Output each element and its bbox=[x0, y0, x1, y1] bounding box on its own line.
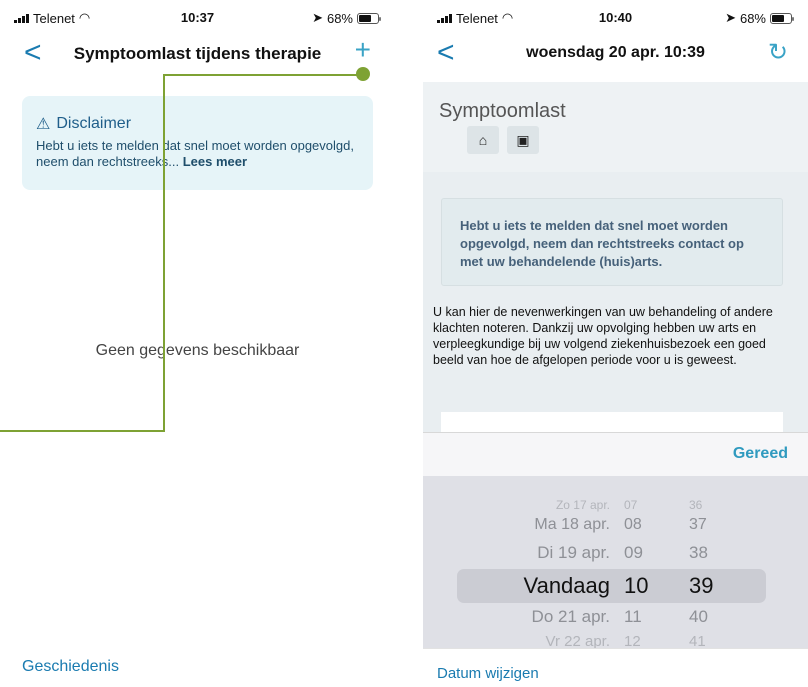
picker-hour: 10 bbox=[624, 573, 649, 598]
plus-icon[interactable]: + bbox=[355, 34, 371, 66]
status-bar: Telenet ◠ 10:37 ➤ 68% bbox=[0, 10, 395, 28]
annotation-line-vertical bbox=[163, 74, 165, 432]
picker-toolbar: Gereed bbox=[423, 432, 808, 476]
refresh-icon[interactable]: ↻ bbox=[768, 38, 788, 67]
location-icon: ➤ bbox=[725, 10, 736, 25]
picker-minute: 36 bbox=[689, 498, 703, 512]
picker-minute: 41 bbox=[689, 633, 706, 648]
picker-minute: 39 bbox=[689, 573, 714, 598]
picker-date: Vr 22 apr. bbox=[545, 633, 610, 648]
form-card-edge bbox=[441, 412, 783, 432]
picker-selection-band bbox=[457, 569, 766, 603]
picker-minute: 37 bbox=[689, 516, 707, 533]
picker-date: Vandaag bbox=[523, 573, 610, 598]
picker-minute: 38 bbox=[689, 543, 708, 562]
battery-percent: 68% bbox=[739, 10, 766, 26]
left-screen: Telenet ◠ 10:37 ➤ 68% < Symptoomlast tij… bbox=[0, 0, 395, 687]
battery-icon bbox=[770, 12, 794, 24]
empty-state: Geen gegevens beschikbaar bbox=[95, 342, 300, 359]
section-title: Symptoomlast bbox=[439, 100, 566, 122]
battery-percent: 68% bbox=[326, 10, 353, 26]
page-title: woensdag 20 apr. 10:39 bbox=[526, 44, 705, 61]
change-date-link[interactable]: Datum wijzigen bbox=[437, 665, 539, 682]
change-date-bar: Datum wijzigen bbox=[423, 648, 808, 687]
done-button[interactable]: Gereed bbox=[733, 445, 788, 463]
picker-hour: 09 bbox=[624, 543, 643, 562]
nav-bar: < woensdag 20 apr. 10:39 ↻ bbox=[423, 38, 808, 70]
picker-date: Do 21 apr. bbox=[531, 607, 610, 626]
picker-hour: 11 bbox=[624, 607, 642, 626]
disclaimer-card[interactable]: ⚠ Disclaimer Hebt u iets te melden dat s… bbox=[22, 96, 373, 190]
location-icon: ➤ bbox=[312, 10, 323, 25]
nav-bar: < Symptoomlast tijdens therapie + bbox=[0, 34, 395, 70]
right-screen: Telenet ◠ 10:40 ➤ 68% < woensdag 20 apr.… bbox=[423, 0, 808, 687]
save-icon[interactable]: ▣ bbox=[507, 126, 539, 154]
picker-hour: 12 bbox=[624, 633, 641, 648]
picker-date: Ma 18 apr. bbox=[534, 516, 610, 533]
intro-paragraph: U kan hier de nevenwerkingen van uw beha… bbox=[433, 305, 773, 367]
annotation-line-horizontal-top bbox=[163, 74, 364, 76]
page-title: Symptoomlast tijdens therapie bbox=[73, 44, 322, 63]
annotation-line-horizontal-bottom bbox=[0, 430, 165, 432]
picker-hour: 08 bbox=[624, 516, 642, 533]
battery-icon bbox=[357, 12, 381, 24]
date-time-picker[interactable]: Zo 17 apr. 07 36 Ma 18 apr. 08 37 Di 19 apr. 09… bbox=[423, 476, 808, 648]
history-link[interactable]: Geschiedenis bbox=[22, 658, 119, 676]
annotation-dot bbox=[356, 67, 370, 81]
home-icon[interactable]: ⌂ bbox=[467, 126, 499, 154]
picker-minute: 40 bbox=[689, 607, 708, 626]
read-more-link[interactable]: Lees meer bbox=[183, 154, 247, 169]
picker-hour: 07 bbox=[624, 498, 638, 512]
status-bar: Telenet ◠ 10:40 ➤ 68% bbox=[423, 10, 808, 28]
info-card: Hebt u iets te melden dat snel moet word… bbox=[441, 198, 783, 286]
picker-date: Di 19 apr. bbox=[537, 543, 610, 562]
picker-date: Zo 17 apr. bbox=[555, 498, 610, 512]
disclaimer-title: Disclaimer bbox=[56, 115, 132, 132]
warning-icon: ⚠ bbox=[36, 116, 51, 133]
